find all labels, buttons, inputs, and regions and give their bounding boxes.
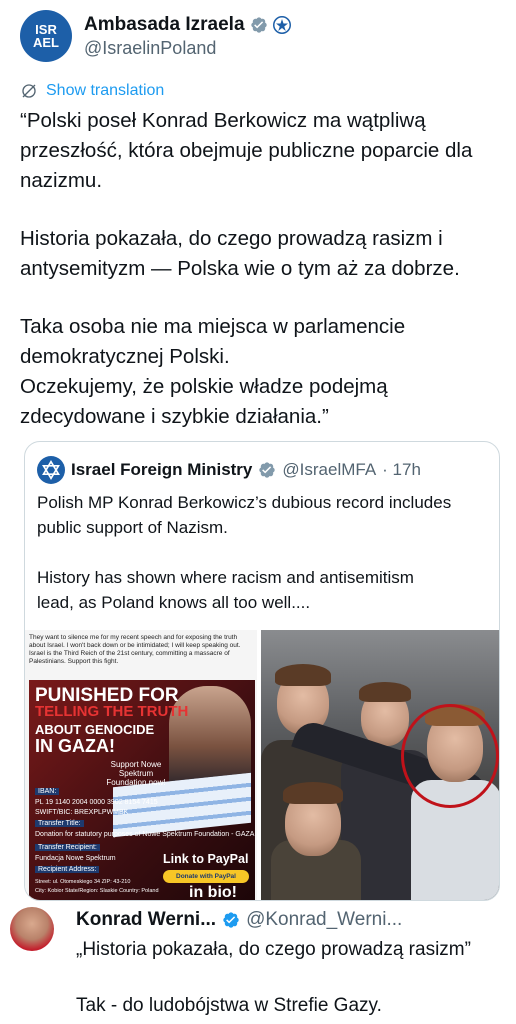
author-display-name[interactable]: Ambasada Izraela [84, 14, 245, 36]
quoted-tweet-text: Polish MP Konrad Berkowicz’s dubious rec… [37, 490, 489, 615]
poster-caption: They want to silence me for my recent sp… [29, 634, 241, 665]
tweet-line: “Polski poseł Konrad Berkowicz ma wątpli… [20, 109, 426, 132]
poster-iban-label: IBAN: [35, 788, 60, 795]
quoted-author-name[interactable]: Israel Foreign Ministry [71, 460, 252, 480]
poster-title-4: IN GAZA! [35, 736, 115, 756]
quoted-author-handle[interactable]: @IsraelMFA [282, 460, 376, 480]
translate-icon [22, 84, 36, 98]
media-image-photo[interactable] [261, 630, 499, 900]
reply-author-handle[interactable]: @Konrad_Werni... [246, 909, 402, 931]
avatar-logo-text: ISR AEL [33, 22, 59, 50]
reply-text-line: Tak - do ludobójstwa w Strefie Gazy. [76, 995, 382, 1016]
tweet-body: “Polski poseł Konrad Berkowicz ma wątpli… [20, 106, 500, 432]
show-translation-label[interactable]: Show translation [46, 82, 164, 100]
poster-swift: SWIFT/BIC: BREXPLPWMBK [35, 809, 129, 816]
tweet-line: demokratycznej Polski. [20, 345, 230, 368]
government-affiliation-icon [272, 15, 291, 34]
poster-support: Support Nowe Spektrum Foundation now! [106, 760, 166, 787]
poster-city: City: Kobior State/Region: Slaskie Count… [35, 888, 159, 894]
tweet-header: ISR AEL Ambasada Izraela @IsraelinPoland [20, 10, 291, 62]
author-handle[interactable]: @IsraelinPoland [84, 38, 291, 59]
quoted-line: public support of Nazism. [37, 518, 228, 537]
verified-grey-icon [250, 16, 267, 33]
star-of-david-icon [42, 460, 60, 480]
reply-author-name[interactable]: Konrad Werni... [76, 909, 216, 931]
poster-recipient-label: Transfer Recipient: [35, 844, 100, 851]
poster-title-3: ABOUT GENOCIDE [35, 722, 155, 737]
photo-hair [275, 664, 331, 686]
poster-iban: PL 19 1140 2004 0000 3902 8154 7415 [35, 799, 158, 806]
verified-grey-icon [259, 462, 276, 478]
poster-recipient: Fundacja Nowe Spektrum [35, 855, 116, 862]
poster-address: Street: ul. Otomeskiego 34 ZIP: 43-210 [35, 879, 131, 885]
poster-donate-button: Donate with PayPal [163, 870, 249, 883]
red-circle-annotation [401, 704, 499, 808]
show-translation-link[interactable]: Show translation [20, 82, 164, 100]
tweet-line: antysemityzm — Polska wie o tym aż za do… [20, 257, 460, 280]
quoted-timestamp[interactable]: · 17h [382, 460, 421, 480]
quoted-author-avatar[interactable] [37, 456, 65, 484]
media-image-poster[interactable]: They want to silence me for my recent sp… [25, 630, 257, 901]
poster-in-bio: in bio! [189, 884, 237, 901]
poster-transfer-title: Donation for statutory purposes of Nowe … [35, 831, 255, 838]
poster-title-2: TELLING THE TRUTH [35, 703, 189, 720]
poster-transfer-title-label: Transfer Title: [35, 820, 84, 827]
photo-hair [359, 682, 411, 702]
poster-paypal-link: Link to PayPal [163, 852, 249, 866]
poster-address-label: Recipient Address: [35, 866, 100, 873]
tweet-line: Taka osoba nie ma miejsca w parlamencie [20, 315, 406, 338]
author-avatar[interactable]: ISR AEL [20, 10, 72, 62]
tweet-line: przeszłość, która obejmuje publiczne pop… [20, 139, 473, 162]
quoted-tweet-card[interactable]: Israel Foreign Ministry @IsraelMFA · 17h… [24, 441, 500, 901]
quoted-line: lead, as Poland knows all too well.... [37, 593, 311, 612]
tweet-line: Oczekujemy, że polskie władze podejmą [20, 375, 388, 398]
verified-blue-icon [223, 912, 239, 928]
quoted-line: Polish MP Konrad Berkowicz’s dubious rec… [37, 493, 452, 512]
fundraising-poster: PUNISHED FOR TELLING THE TRUTH ABOUT GEN… [29, 680, 255, 901]
tweet-line: nazizmu. [20, 169, 103, 192]
quoted-media[interactable]: They want to silence me for my recent sp… [25, 630, 499, 901]
reply-text-line: „Historia pokazała, do czego prowadzą ra… [76, 939, 471, 960]
quoted-line: History has shown where racism and antis… [37, 568, 414, 587]
reply-author-avatar[interactable] [10, 907, 54, 951]
tweet-line: zdecydowane i szybkie działania.” [20, 405, 329, 428]
photo-hair [283, 782, 343, 804]
tweet-line: Historia pokazała, do czego prowadzą ras… [20, 227, 443, 250]
